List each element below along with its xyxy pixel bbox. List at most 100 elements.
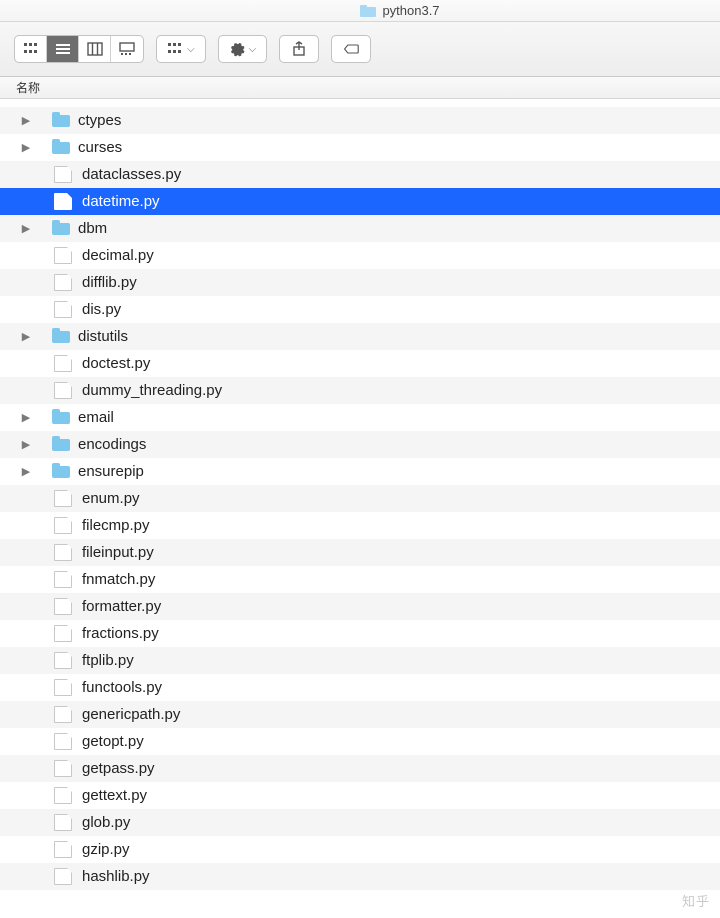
window-titlebar: python3.7 — [0, 0, 720, 22]
file-row[interactable]: formatter.py — [0, 593, 720, 620]
file-name: difflib.py — [82, 274, 137, 291]
file-row[interactable]: datetime.py — [0, 188, 720, 215]
file-icon — [54, 841, 72, 858]
folder-icon — [52, 112, 70, 130]
file-icon — [54, 193, 72, 210]
file-row[interactable]: ▶ distutils — [0, 323, 720, 350]
file-row[interactable]: getopt.py — [0, 728, 720, 755]
file-name: dis.py — [82, 301, 121, 318]
file-row[interactable]: doctest.py — [0, 350, 720, 377]
file-row[interactable]: gzip.py — [0, 836, 720, 863]
file-name: dataclasses.py — [82, 166, 181, 183]
window-title: python3.7 — [382, 3, 439, 18]
file-name: datetime.py — [82, 193, 160, 210]
action-menu-button[interactable]: ⌵ — [218, 35, 268, 63]
chevron-down-icon: ⌵ — [187, 44, 195, 55]
file-name: ensurepip — [78, 463, 144, 480]
file-row[interactable]: ▶encodings — [0, 431, 720, 458]
file-name: dummy_threading.py — [82, 382, 222, 399]
file-row[interactable]: gettext.py — [0, 782, 720, 809]
column-header-name[interactable]: 名称 — [0, 77, 720, 99]
chevron-down-icon: ⌵ — [249, 44, 257, 55]
file-row[interactable]: ▶ curses — [0, 134, 720, 161]
file-icon — [54, 490, 72, 507]
view-gallery-button[interactable] — [111, 36, 143, 62]
partial-row-top — [0, 99, 720, 107]
view-icon-button[interactable] — [15, 36, 47, 62]
disclosure-triangle-icon[interactable]: ▶ — [20, 465, 32, 478]
file-row[interactable]: enum.py — [0, 485, 720, 512]
file-icon — [54, 382, 72, 399]
file-row[interactable]: dummy_threading.py — [0, 377, 720, 404]
view-list-button[interactable] — [47, 36, 79, 62]
file-name: gettext.py — [82, 787, 147, 804]
file-row[interactable]: dis.py — [0, 296, 720, 323]
file-row[interactable]: dataclasses.py — [0, 161, 720, 188]
file-row[interactable]: hashlib.py — [0, 863, 720, 890]
disclosure-triangle-icon[interactable]: ▶ — [20, 141, 32, 154]
file-name: fileinput.py — [82, 544, 154, 561]
view-mode-segment — [14, 35, 144, 63]
file-row[interactable]: difflib.py — [0, 269, 720, 296]
file-row[interactable]: genericpath.py — [0, 701, 720, 728]
folder-icon — [52, 328, 70, 346]
file-row[interactable]: fileinput.py — [0, 539, 720, 566]
file-icon — [54, 571, 72, 588]
file-row[interactable]: filecmp.py — [0, 512, 720, 539]
file-icon — [54, 355, 72, 372]
file-name: genericpath.py — [82, 706, 180, 723]
file-row[interactable]: functools.py — [0, 674, 720, 701]
file-name: enum.py — [82, 490, 140, 507]
group-by-button[interactable]: ⌵ — [156, 35, 206, 63]
file-name: fractions.py — [82, 625, 159, 642]
file-row[interactable]: ▶ ensurepip — [0, 458, 720, 485]
tags-button[interactable] — [331, 35, 371, 63]
folder-icon — [360, 5, 376, 17]
folder-icon — [52, 139, 70, 157]
disclosure-triangle-icon[interactable]: ▶ — [20, 438, 32, 451]
disclosure-triangle-icon[interactable]: ▶ — [20, 330, 32, 343]
file-row[interactable]: glob.py — [0, 809, 720, 836]
column-header-label: 名称 — [16, 79, 40, 96]
file-row[interactable]: fractions.py — [0, 620, 720, 647]
file-icon — [54, 544, 72, 561]
file-name: doctest.py — [82, 355, 150, 372]
file-row[interactable]: ▶ dbm — [0, 215, 720, 242]
file-name: distutils — [78, 328, 128, 345]
file-name: ftplib.py — [82, 652, 134, 669]
file-name: dbm — [78, 220, 107, 237]
file-icon — [54, 598, 72, 615]
columns-icon — [87, 41, 103, 57]
file-icon — [54, 247, 72, 264]
group-icon — [167, 41, 183, 57]
folder-icon — [52, 436, 70, 454]
file-name: email — [78, 409, 114, 426]
file-icon — [54, 868, 72, 885]
file-row[interactable]: ftplib.py — [0, 647, 720, 674]
watermark: 知乎 — [682, 891, 710, 910]
file-list: ▶ctypes▶cursesdataclasses.pydatetime.py▶… — [0, 107, 720, 890]
file-name: fnmatch.py — [82, 571, 155, 588]
disclosure-triangle-icon[interactable]: ▶ — [20, 222, 32, 235]
file-name: hashlib.py — [82, 868, 150, 885]
file-name: getopt.py — [82, 733, 144, 750]
folder-icon — [52, 220, 70, 238]
list-icon — [55, 41, 71, 57]
file-name: curses — [78, 139, 122, 156]
share-button[interactable] — [279, 35, 319, 63]
disclosure-triangle-icon[interactable]: ▶ — [20, 114, 32, 127]
disclosure-triangle-icon[interactable]: ▶ — [20, 411, 32, 424]
file-row[interactable]: getpass.py — [0, 755, 720, 782]
file-name: functools.py — [82, 679, 162, 696]
file-row[interactable]: decimal.py — [0, 242, 720, 269]
file-row[interactable]: ▶ctypes — [0, 107, 720, 134]
folder-icon — [52, 409, 70, 427]
view-columns-button[interactable] — [79, 36, 111, 62]
file-icon — [54, 679, 72, 696]
share-icon — [291, 41, 307, 57]
file-icon — [54, 760, 72, 777]
file-row[interactable]: ▶ email — [0, 404, 720, 431]
file-name: formatter.py — [82, 598, 161, 615]
file-row[interactable]: fnmatch.py — [0, 566, 720, 593]
file-name: decimal.py — [82, 247, 154, 264]
